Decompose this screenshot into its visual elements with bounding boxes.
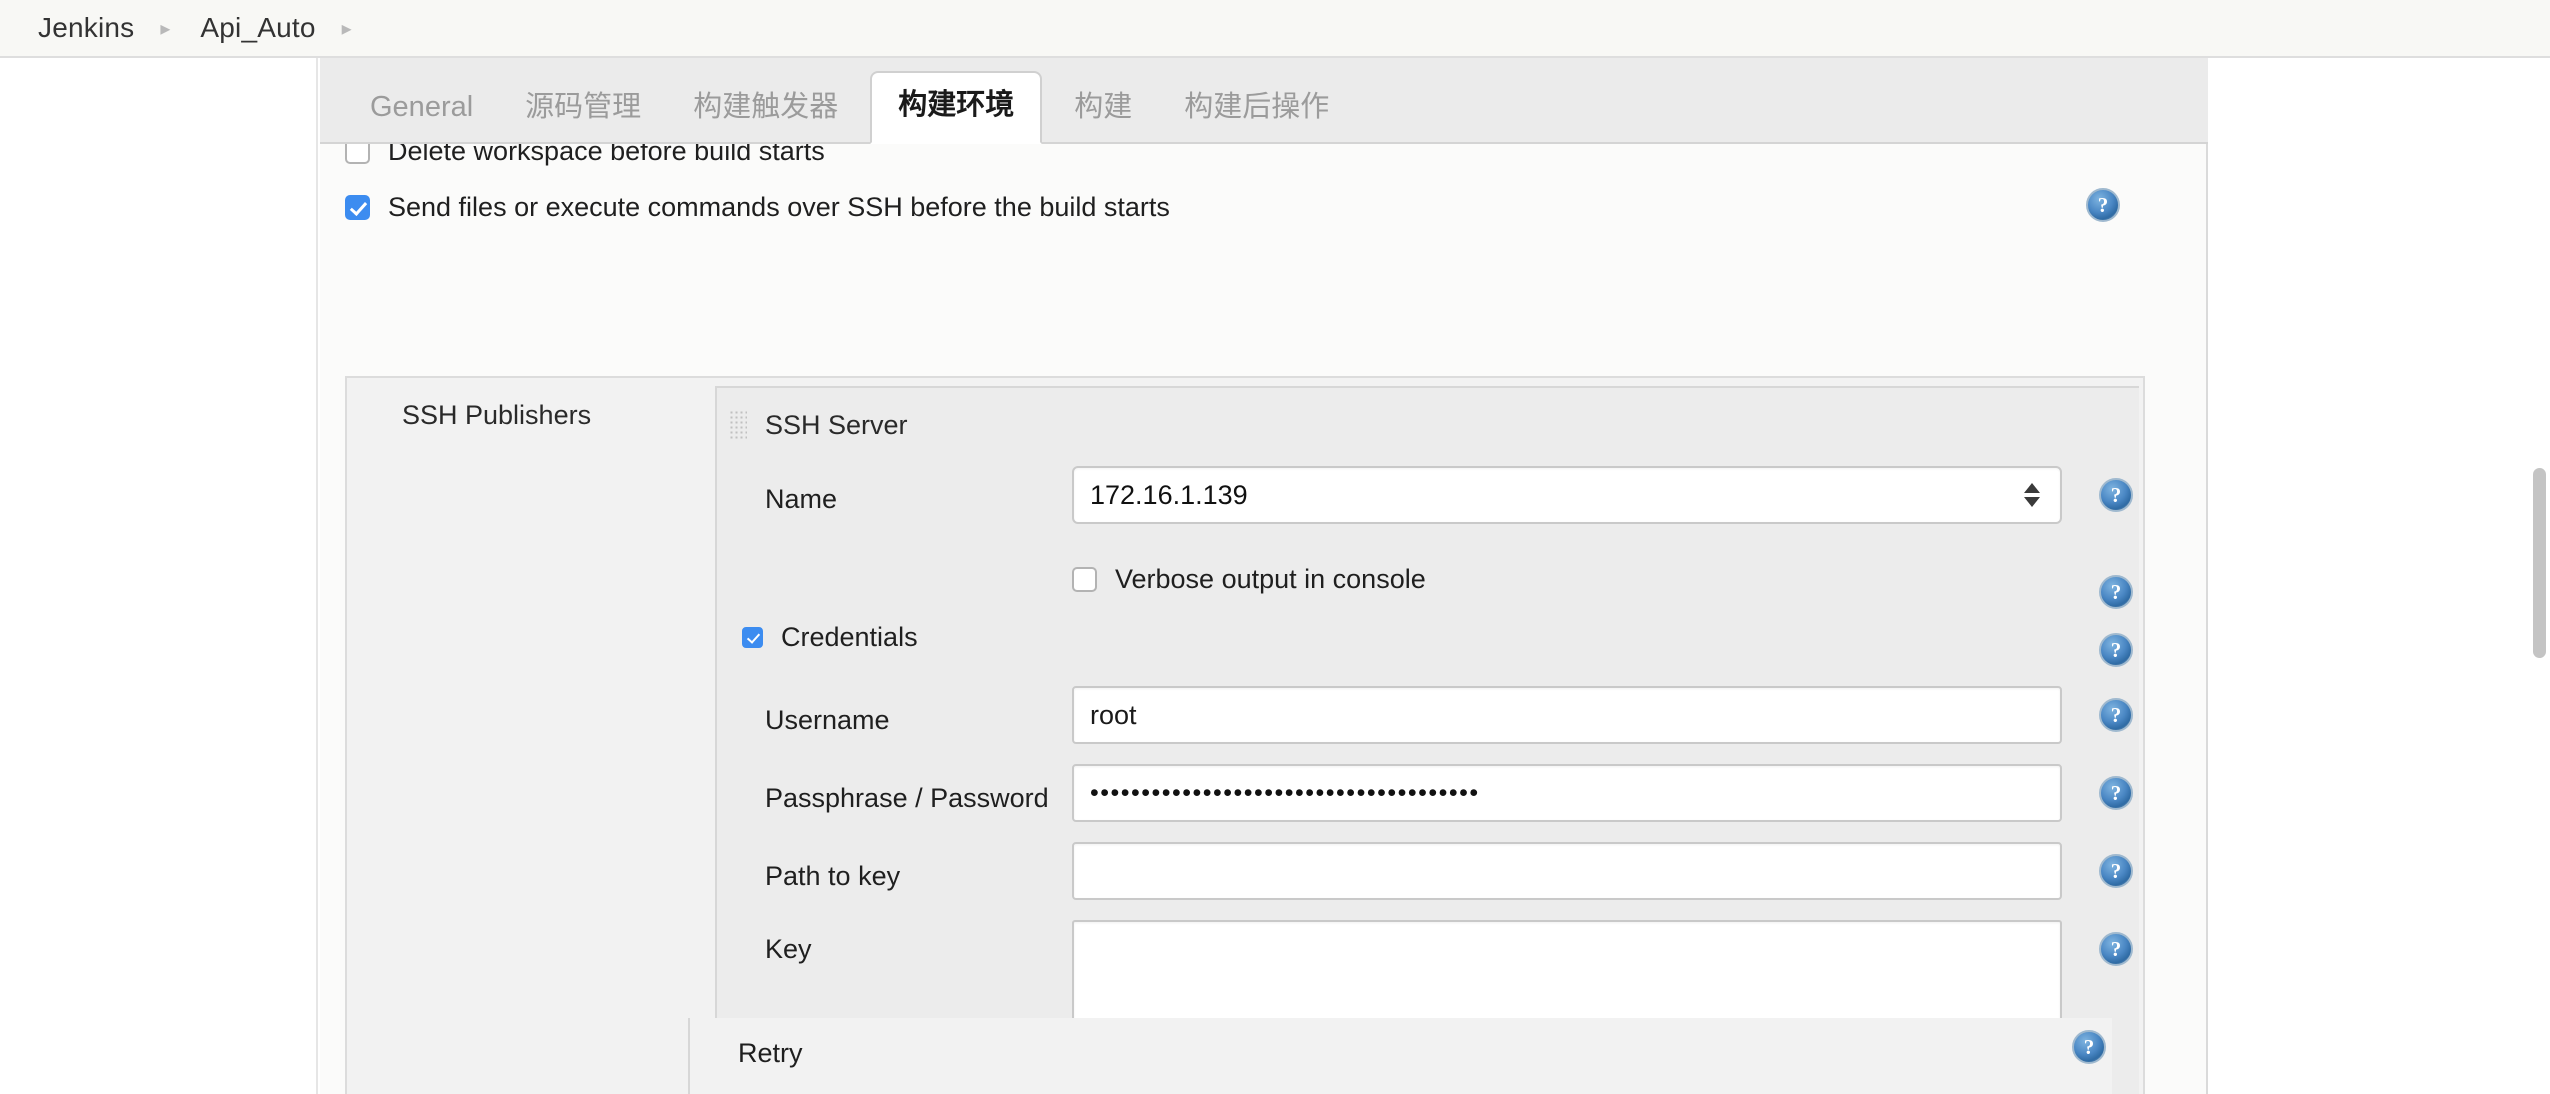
send-files-ssh-checkbox[interactable] [345, 195, 370, 220]
verbose-output-checkbox[interactable] [1072, 567, 1097, 592]
verbose-output-help-icon[interactable]: ? [2099, 575, 2133, 609]
send-files-ssh-help-icon[interactable]: ? [2086, 188, 2120, 222]
verbose-output-row[interactable]: Verbose output in console [1072, 564, 1426, 595]
breadcrumb-separator-icon: ▸ [160, 18, 171, 40]
config-form-panel: General 源码管理 构建触发器 构建环境 构建 构建后操作 Delete … [320, 58, 2208, 1094]
tab-build-triggers[interactable]: 构建触发器 [667, 93, 864, 144]
ssh-server-title: SSH Server [765, 410, 908, 440]
username-label: Username [765, 705, 890, 735]
credentials-row[interactable]: Credentials [742, 622, 918, 653]
tab-source-code-management[interactable]: 源码管理 [499, 93, 667, 144]
tab-general[interactable]: General [344, 93, 499, 144]
ssh-server-name-help-icon[interactable]: ? [2099, 478, 2133, 512]
delete-workspace-checkbox[interactable] [345, 144, 370, 164]
password-input[interactable]: •••••••••••••••••••••••••••••••••••••• [1072, 764, 2062, 822]
ssh-server-name-label: Name [765, 484, 838, 514]
password-value: •••••••••••••••••••••••••••••••••••••• [1090, 778, 1480, 807]
username-help-icon[interactable]: ? [2099, 698, 2133, 732]
key-label: Key [765, 934, 812, 964]
breadcrumb-item-api-auto[interactable]: Api_Auto [192, 14, 323, 42]
page-scrollbar[interactable] [2528, 58, 2550, 1094]
password-help-icon[interactable]: ? [2099, 776, 2133, 810]
ssh-server-panel: SSH Server Name 172.16.1.139 ? Verbose o… [715, 386, 2139, 1094]
left-side-panel [0, 58, 318, 1094]
ssh-publishers-label: SSH Publishers [402, 400, 592, 430]
credentials-help-icon[interactable]: ? [2099, 633, 2133, 667]
retry-row-clipped: Retry ? [688, 1018, 2112, 1094]
verbose-output-label: Verbose output in console [1115, 564, 1426, 594]
path-to-key-label: Path to key [765, 861, 901, 891]
send-files-ssh-row[interactable]: Send files or execute commands over SSH … [345, 192, 1170, 223]
delete-workspace-row[interactable]: Delete workspace before build starts [345, 144, 825, 167]
path-to-key-input[interactable] [1072, 842, 2062, 900]
breadcrumb-item-jenkins[interactable]: Jenkins [30, 14, 142, 42]
key-help-icon[interactable]: ? [2099, 932, 2133, 966]
right-padding-area [2208, 58, 2550, 1094]
retry-label: Retry [738, 1038, 803, 1068]
tab-build[interactable]: 构建 [1048, 93, 1158, 144]
page-body: General 源码管理 构建触发器 构建环境 构建 构建后操作 Delete … [0, 58, 2550, 1094]
drag-handle-icon[interactable] [729, 410, 747, 440]
chevron-updown-icon[interactable] [2024, 483, 2040, 507]
username-value: root [1090, 699, 1137, 730]
retry-help-icon[interactable]: ? [2072, 1030, 2106, 1064]
credentials-checkbox[interactable] [742, 627, 763, 648]
config-tab-strip: General 源码管理 构建触发器 构建环境 构建 构建后操作 [320, 58, 2208, 144]
build-environment-content: Delete workspace before build starts Sen… [320, 144, 2208, 1094]
breadcrumb: Jenkins ▸ Api_Auto ▸ [0, 0, 2550, 58]
username-input[interactable]: root [1072, 686, 2062, 744]
ssh-server-name-select[interactable]: 172.16.1.139 [1072, 466, 2062, 524]
ssh-publishers-block: SSH Publishers SSH Server Name 172.16.1.… [345, 376, 2145, 1094]
password-label: Passphrase / Password [765, 783, 1049, 813]
breadcrumb-separator-icon: ▸ [341, 18, 352, 40]
tab-build-environment[interactable]: 构建环境 [870, 71, 1043, 144]
page-scrollbar-thumb[interactable] [2533, 468, 2546, 658]
send-files-ssh-label: Send files or execute commands over SSH … [388, 192, 1170, 222]
path-to-key-help-icon[interactable]: ? [2099, 854, 2133, 888]
delete-workspace-label: Delete workspace before build starts [388, 144, 825, 166]
credentials-label: Credentials [781, 622, 918, 652]
ssh-server-name-value: 172.16.1.139 [1090, 479, 1248, 510]
tab-post-build-actions[interactable]: 构建后操作 [1158, 93, 1355, 144]
